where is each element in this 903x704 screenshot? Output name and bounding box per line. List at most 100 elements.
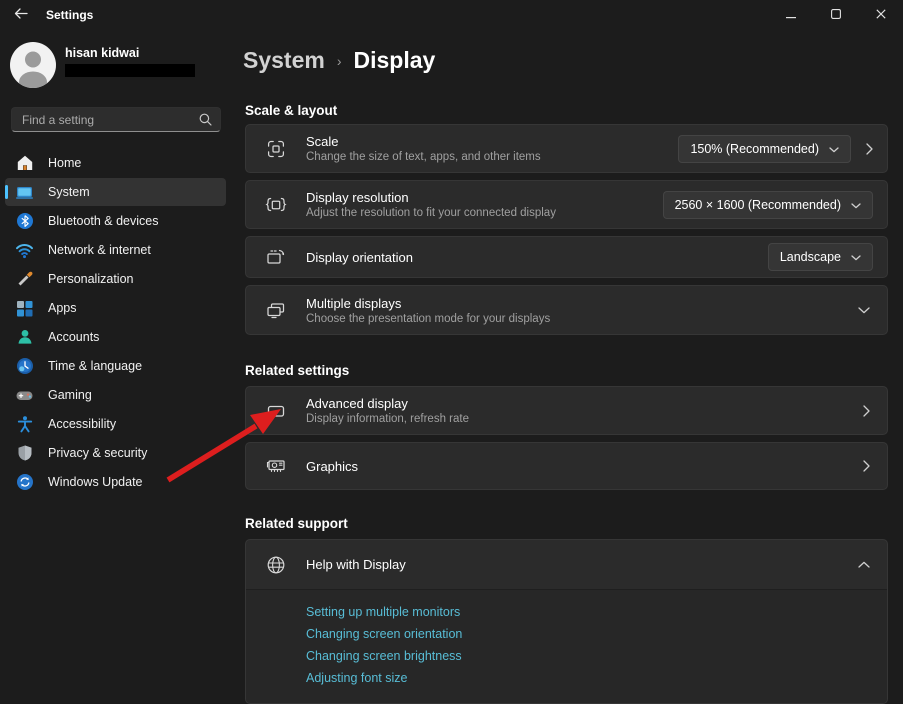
advanced-display-text: Advanced display Display information, re… [306, 396, 863, 425]
sidebar-item-bluetooth-devices[interactable]: Bluetooth & devices [5, 207, 226, 235]
graphics-text: Graphics [306, 459, 863, 474]
chevron-up-icon [858, 561, 870, 568]
help-with-display-title: Help with Display [306, 557, 858, 572]
sidebar-item-label: Bluetooth & devices [48, 214, 159, 228]
display-resolution-subtitle: Adjust the resolution to fit your connec… [306, 207, 663, 219]
close-button[interactable] [858, 0, 903, 30]
sidebar-item-label: Home [48, 156, 81, 170]
user-account-block: hisan kidwai [0, 30, 232, 88]
personalization-icon [15, 270, 34, 289]
user-name: hisan kidwai [65, 46, 195, 60]
sidebar-item-home[interactable]: Home [5, 149, 226, 177]
apps-icon [15, 299, 34, 318]
sidebar-item-accessibility[interactable]: Accessibility [5, 410, 226, 438]
search-input[interactable] [12, 108, 220, 131]
help-with-display-row[interactable]: Help with Display [246, 540, 887, 589]
scale-row[interactable]: Scale Change the size of text, apps, and… [245, 124, 888, 173]
advanced-display-subtitle: Display information, refresh rate [306, 413, 863, 425]
scale-dropdown[interactable]: 150% (Recommended) [678, 135, 851, 163]
scale-text: Scale Change the size of text, apps, and… [306, 134, 678, 163]
search-icon[interactable] [199, 113, 212, 131]
sidebar-item-gaming[interactable]: Gaming [5, 381, 226, 409]
maximize-button[interactable] [813, 0, 858, 30]
graphics-row[interactable]: Graphics [245, 442, 888, 490]
chevron-right-icon [863, 405, 870, 417]
sidebar-item-label: Network & internet [48, 243, 151, 257]
accessibility-icon [15, 415, 34, 434]
sidebar-item-label: Accounts [48, 330, 99, 344]
display-resolution-title: Display resolution [306, 190, 663, 205]
display-resolution-row: Display resolution Adjust the resolution… [245, 180, 888, 229]
display-resolution-dropdown[interactable]: 2560 × 1600 (Recommended) [663, 191, 873, 219]
chevron-down-icon [851, 250, 861, 264]
redacted-email [65, 64, 195, 77]
home-icon [15, 154, 34, 173]
chevron-right-icon [866, 143, 873, 155]
sidebar-item-accounts[interactable]: Accounts [5, 323, 226, 351]
advanced-display-title: Advanced display [306, 396, 863, 411]
back-arrow-icon [14, 6, 28, 24]
close-icon [876, 6, 886, 24]
display-orientation-text: Display orientation [306, 250, 768, 265]
sidebar-item-personalization[interactable]: Personalization [5, 265, 226, 293]
sidebar: hisan kidwai Home System Bluetooth & [0, 30, 232, 700]
breadcrumb-separator: › [337, 46, 342, 76]
sidebar-item-time-language[interactable]: Time & language [5, 352, 226, 380]
support-link-font-size[interactable]: Adjusting font size [306, 667, 887, 689]
help-with-display-text: Help with Display [306, 557, 858, 572]
scale-subtitle: Change the size of text, apps, and other… [306, 151, 678, 163]
breadcrumb-parent[interactable]: System [243, 45, 325, 75]
app-title: Settings [46, 8, 93, 22]
sidebar-item-label: Privacy & security [48, 446, 147, 460]
graphics-icon [265, 455, 289, 477]
display-orientation-title: Display orientation [306, 250, 768, 265]
avatar [10, 42, 56, 88]
sidebar-item-label: Apps [48, 301, 77, 315]
sidebar-item-label: Accessibility [48, 417, 116, 431]
help-expander: Help with Display Setting up multiple mo… [245, 539, 888, 704]
minimize-button[interactable] [768, 0, 813, 30]
advanced-display-icon [265, 400, 289, 422]
chevron-down-icon [829, 142, 839, 156]
resolution-icon [265, 194, 289, 216]
gaming-icon [15, 386, 34, 405]
support-link-screen-brightness[interactable]: Changing screen brightness [306, 645, 887, 667]
chevron-right-icon [863, 460, 870, 472]
sidebar-item-label: Time & language [48, 359, 142, 373]
sidebar-item-network-internet[interactable]: Network & internet [5, 236, 226, 264]
scale-title: Scale [306, 134, 678, 149]
multiple-displays-row[interactable]: Multiple displays Choose the presentatio… [245, 285, 888, 335]
graphics-title: Graphics [306, 459, 863, 474]
orientation-icon [265, 246, 289, 268]
sidebar-item-system[interactable]: System [5, 178, 226, 206]
section-header-related-settings: Related settings [245, 363, 903, 378]
advanced-display-row[interactable]: Advanced display Display information, re… [245, 386, 888, 435]
sidebar-item-apps[interactable]: Apps [5, 294, 226, 322]
display-orientation-row: Display orientation Landscape [245, 236, 888, 278]
scale-icon [265, 138, 289, 160]
sidebar-nav: Home System Bluetooth & devices Network … [0, 149, 232, 496]
multiple-displays-icon [265, 299, 289, 321]
display-orientation-dropdown[interactable]: Landscape [768, 243, 873, 271]
system-icon [15, 183, 34, 202]
help-links-panel: Setting up multiple monitors Changing sc… [246, 589, 887, 703]
sidebar-item-privacy-security[interactable]: Privacy & security [5, 439, 226, 467]
multiple-displays-subtitle: Choose the presentation mode for your di… [306, 313, 858, 325]
multiple-displays-text: Multiple displays Choose the presentatio… [306, 296, 858, 325]
support-link-screen-orientation[interactable]: Changing screen orientation [306, 623, 887, 645]
sidebar-item-label: Personalization [48, 272, 133, 286]
sidebar-item-windows-update[interactable]: Windows Update [5, 468, 226, 496]
sidebar-item-label: System [48, 185, 90, 199]
display-resolution-text: Display resolution Adjust the resolution… [306, 190, 663, 219]
scale-dropdown-value: 150% (Recommended) [690, 142, 819, 156]
maximize-icon [831, 6, 841, 24]
sidebar-item-label: Windows Update [48, 475, 143, 489]
main-content: System › Display Scale & layout Scale Ch… [243, 30, 903, 700]
display-resolution-dropdown-value: 2560 × 1600 (Recommended) [675, 198, 841, 212]
breadcrumb: System › Display [243, 44, 903, 76]
back-button[interactable] [6, 2, 36, 28]
accounts-icon [15, 328, 34, 347]
section-header-related-support: Related support [245, 516, 903, 531]
support-link-multiple-monitors[interactable]: Setting up multiple monitors [306, 601, 887, 623]
chevron-down-icon [858, 307, 870, 314]
